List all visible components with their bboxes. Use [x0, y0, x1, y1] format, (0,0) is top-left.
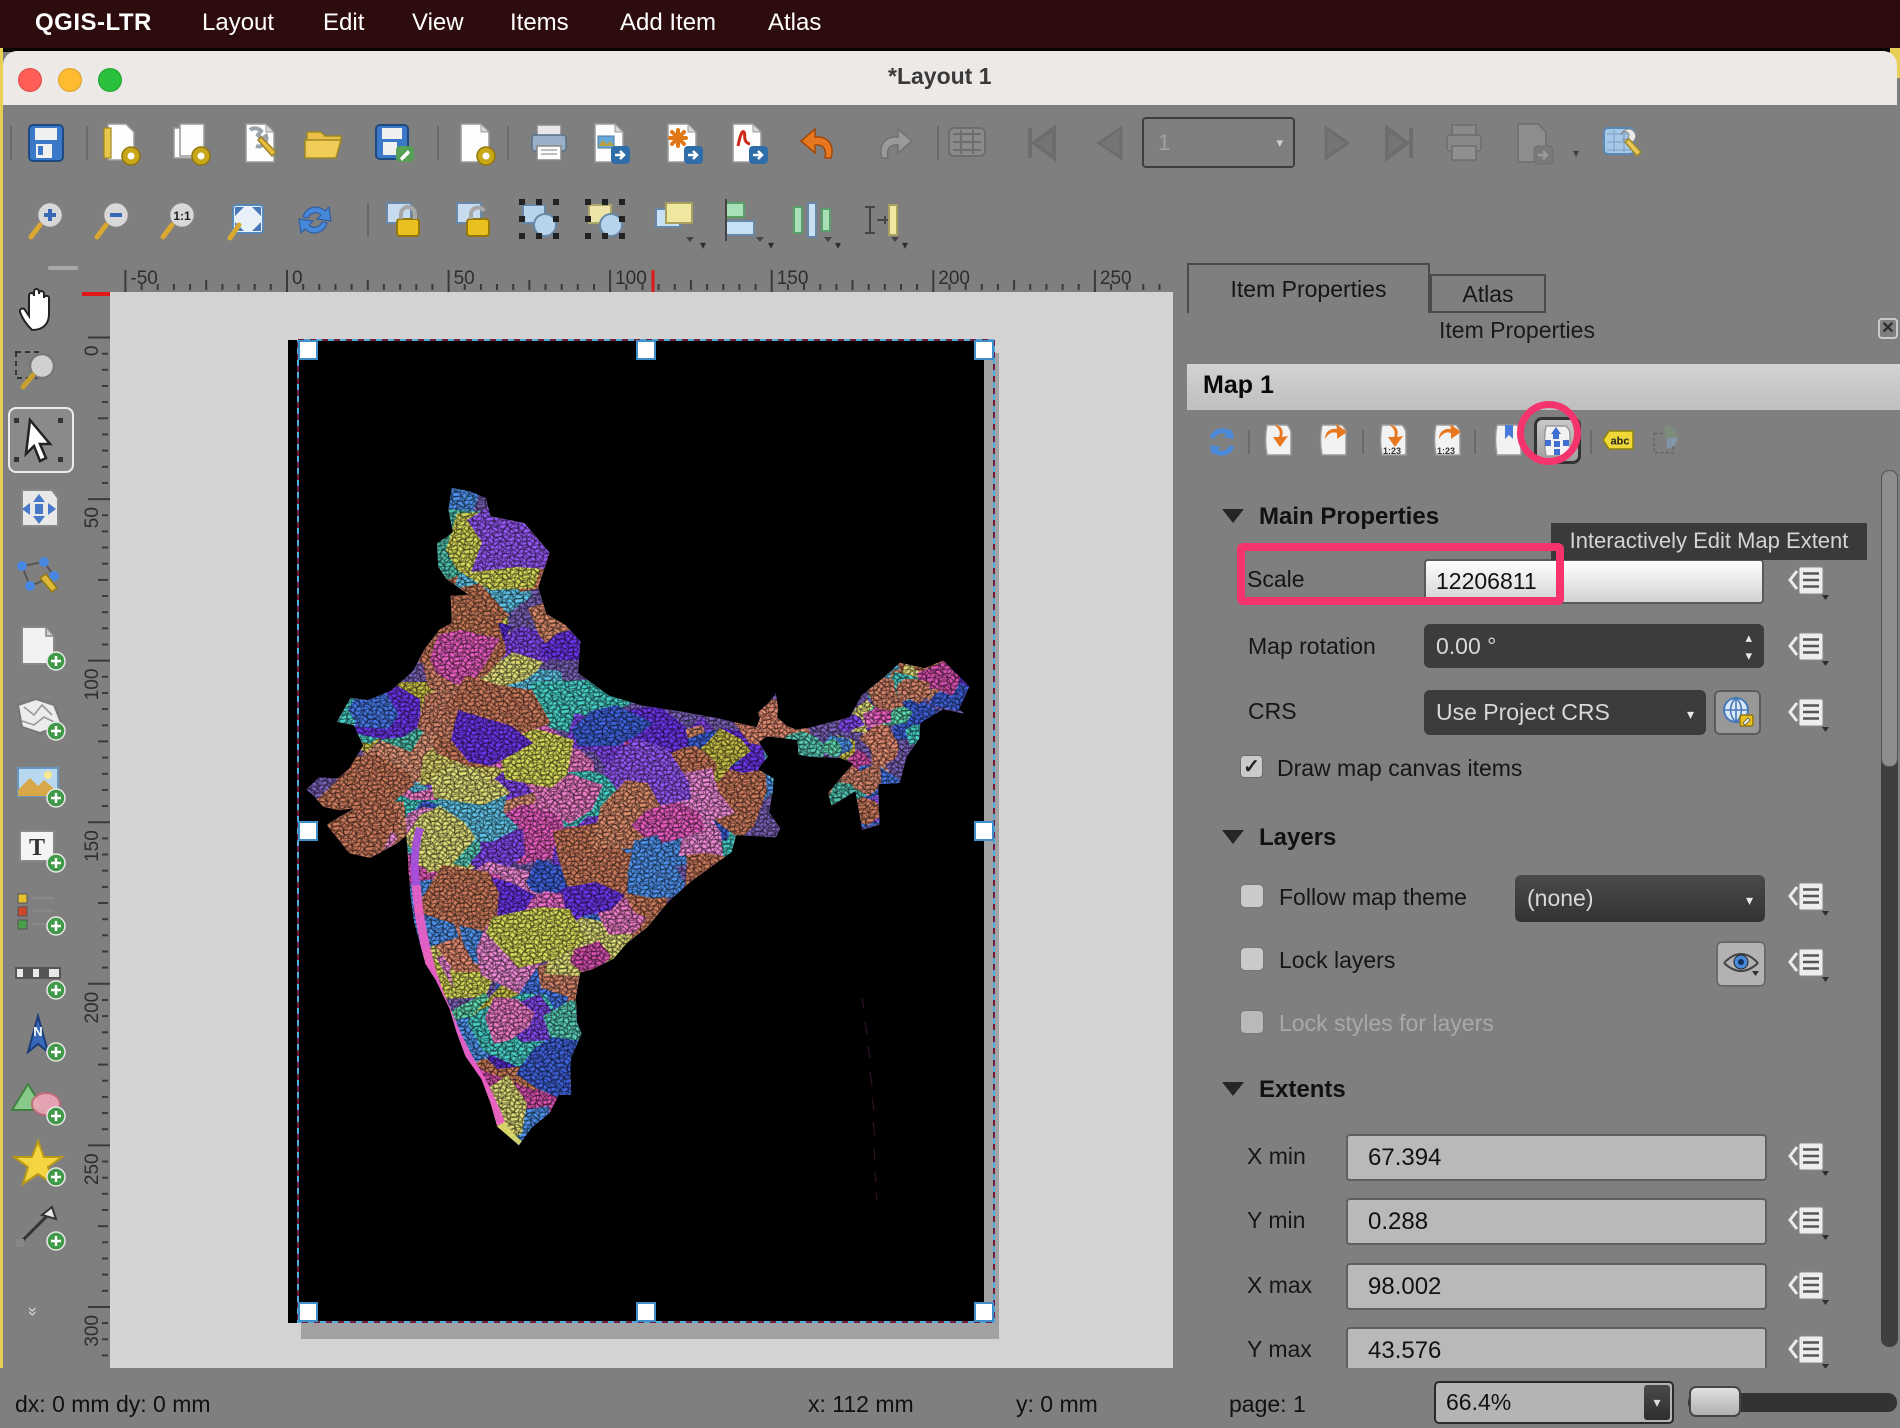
svg-text:1:1: 1:1: [173, 209, 191, 223]
svg-text:100: 100: [82, 669, 103, 701]
svg-text:200: 200: [82, 992, 103, 1024]
svg-text:-50: -50: [130, 268, 157, 289]
svg-text:0: 0: [82, 346, 103, 357]
svg-text:T: T: [29, 835, 45, 861]
svg-text:1:23: 1:23: [1437, 446, 1455, 456]
svg-text:50: 50: [82, 507, 103, 528]
svg-text:250: 250: [82, 1153, 103, 1185]
svg-text:1:23: 1:23: [1383, 446, 1401, 456]
svg-text:N: N: [33, 1024, 42, 1039]
svg-text:150: 150: [82, 830, 103, 862]
svg-text:0: 0: [292, 268, 303, 289]
svg-text:abc: abc: [1611, 436, 1630, 448]
svg-text:300: 300: [82, 1315, 103, 1347]
